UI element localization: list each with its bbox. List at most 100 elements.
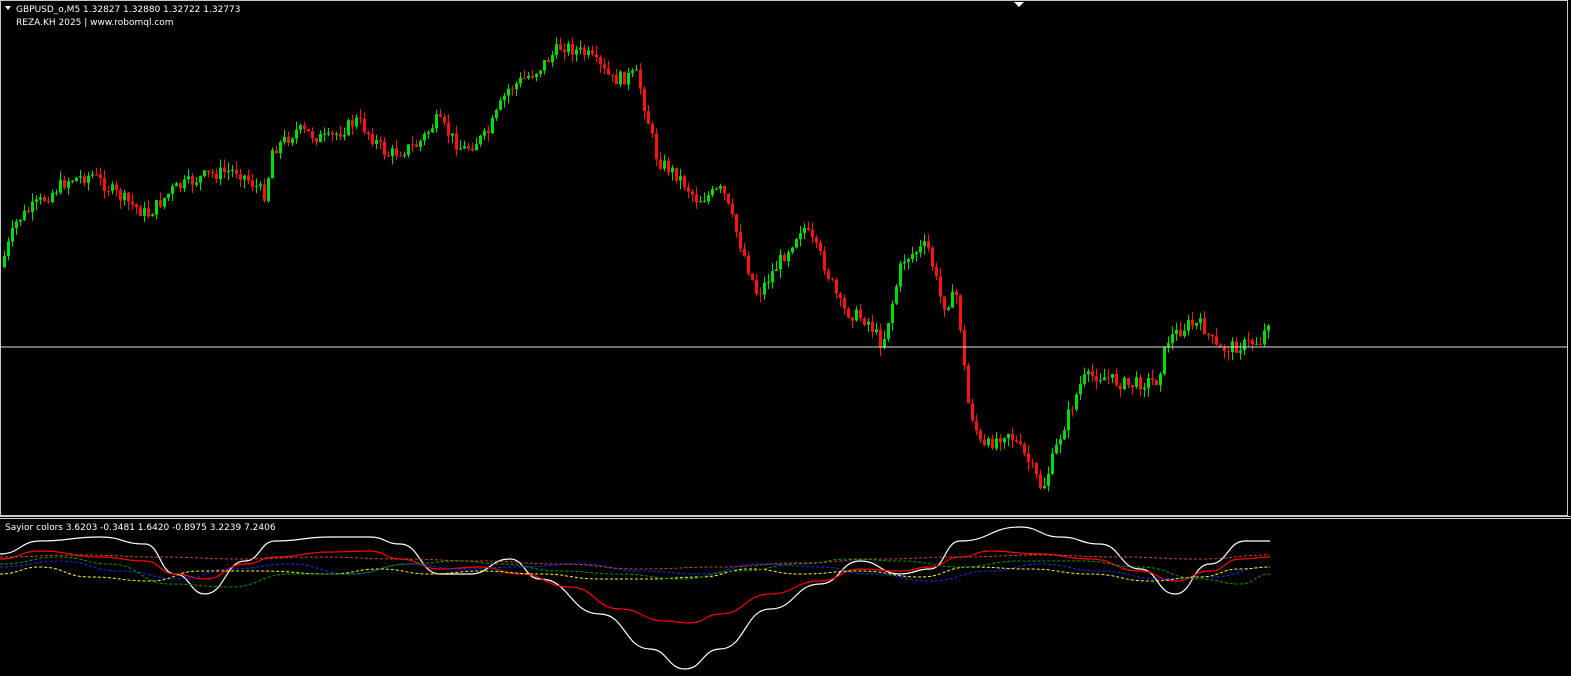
candle-body — [1183, 330, 1186, 337]
candle-body — [1107, 377, 1110, 379]
candle-body — [1083, 374, 1086, 384]
candle-body — [1135, 377, 1138, 387]
candle-body — [1239, 350, 1242, 353]
candle-body — [515, 83, 518, 90]
candle-body — [787, 252, 790, 262]
candle-body — [875, 329, 878, 333]
candle-body — [1151, 378, 1154, 380]
candle-body — [1207, 334, 1210, 336]
candle-body — [683, 176, 686, 188]
candle-body — [635, 69, 638, 71]
candle-body — [187, 176, 190, 180]
candle-body — [971, 403, 974, 421]
candle-body — [1211, 334, 1214, 337]
candle-body — [359, 117, 362, 119]
candle-body — [839, 293, 842, 299]
candle-body — [963, 330, 966, 366]
candle-body — [503, 95, 506, 101]
candle-body — [567, 43, 570, 53]
candle-body — [423, 133, 426, 141]
candle-body — [639, 69, 642, 89]
candle-body — [395, 148, 398, 156]
candle-body — [1067, 409, 1070, 431]
candle-body — [283, 136, 286, 143]
candle-body — [43, 197, 46, 201]
candle-body — [663, 160, 666, 169]
candle-body — [1163, 346, 1166, 375]
candle-body — [179, 183, 182, 189]
candle-body — [1259, 343, 1262, 345]
candle-body — [559, 44, 562, 50]
candle-body — [991, 438, 994, 449]
candle-body — [1043, 486, 1046, 489]
candle-body — [1095, 376, 1098, 382]
candle-body — [703, 201, 706, 203]
candle-body — [1143, 387, 1146, 390]
candle-body — [1187, 320, 1190, 331]
candle-body — [403, 154, 406, 156]
candle-body — [883, 338, 886, 348]
candle-body — [219, 167, 222, 180]
candle-body — [1179, 329, 1182, 337]
indicator-window[interactable]: Sayior colors 3.6203 -0.3481 1.6420 -0.8… — [0, 519, 1571, 676]
candle-body — [191, 176, 194, 185]
candle-body — [287, 136, 290, 143]
candle-body — [343, 134, 346, 137]
candle-body — [1123, 377, 1126, 390]
candle-body — [211, 172, 214, 174]
candle-body — [939, 276, 942, 297]
candle-body — [199, 176, 202, 183]
candle-body — [431, 128, 434, 133]
candle-body — [95, 174, 98, 176]
candle-body — [671, 167, 674, 173]
candle-body — [83, 176, 86, 183]
candle-body — [471, 148, 474, 151]
candle-body — [611, 74, 614, 76]
candle-body — [523, 77, 526, 79]
candle-body — [631, 70, 634, 73]
candle-body — [115, 184, 118, 191]
candle-body — [831, 278, 834, 280]
candle-body — [107, 191, 110, 193]
candle-body — [1175, 329, 1178, 335]
brand-line: REZA.KH 2025 | www.robomql.com — [16, 18, 174, 28]
candle-body — [215, 173, 218, 180]
candle-body — [267, 178, 270, 201]
candle-body — [923, 241, 926, 247]
candle-body — [755, 279, 758, 294]
candle-body — [35, 199, 38, 202]
candle-body — [1227, 351, 1230, 353]
candle-body — [479, 135, 482, 145]
candle-body — [463, 146, 466, 149]
candle-body — [1191, 320, 1194, 326]
candle-body — [675, 167, 678, 181]
candle-body — [555, 44, 558, 55]
candle-body — [855, 309, 858, 321]
candle-body — [819, 242, 822, 252]
candle-body — [891, 303, 894, 324]
candle-body — [1091, 371, 1094, 377]
candle-body — [495, 109, 498, 119]
candle-body — [659, 159, 662, 169]
candle-body — [147, 208, 150, 217]
candle-body — [995, 438, 998, 449]
candle-body — [907, 259, 910, 262]
candle-body — [3, 255, 6, 268]
candle-body — [863, 318, 866, 325]
candle-body — [783, 254, 786, 262]
candle-body — [387, 154, 390, 157]
candle-body — [1099, 380, 1102, 382]
candle-body — [983, 439, 986, 445]
candle-body — [203, 170, 206, 177]
candle-body — [867, 321, 870, 325]
candle-body — [1167, 343, 1170, 347]
candle-body — [59, 179, 62, 193]
candle-body — [1199, 318, 1202, 324]
candle-body — [299, 125, 302, 130]
candle-body — [171, 186, 174, 194]
candle-body — [511, 88, 514, 90]
price-chart[interactable]: GBPUSD_o,M5 1.32827 1.32880 1.32722 1.32… — [0, 0, 1571, 516]
candle-body — [435, 114, 438, 129]
candle-body — [623, 71, 626, 85]
candle-body — [499, 100, 502, 110]
